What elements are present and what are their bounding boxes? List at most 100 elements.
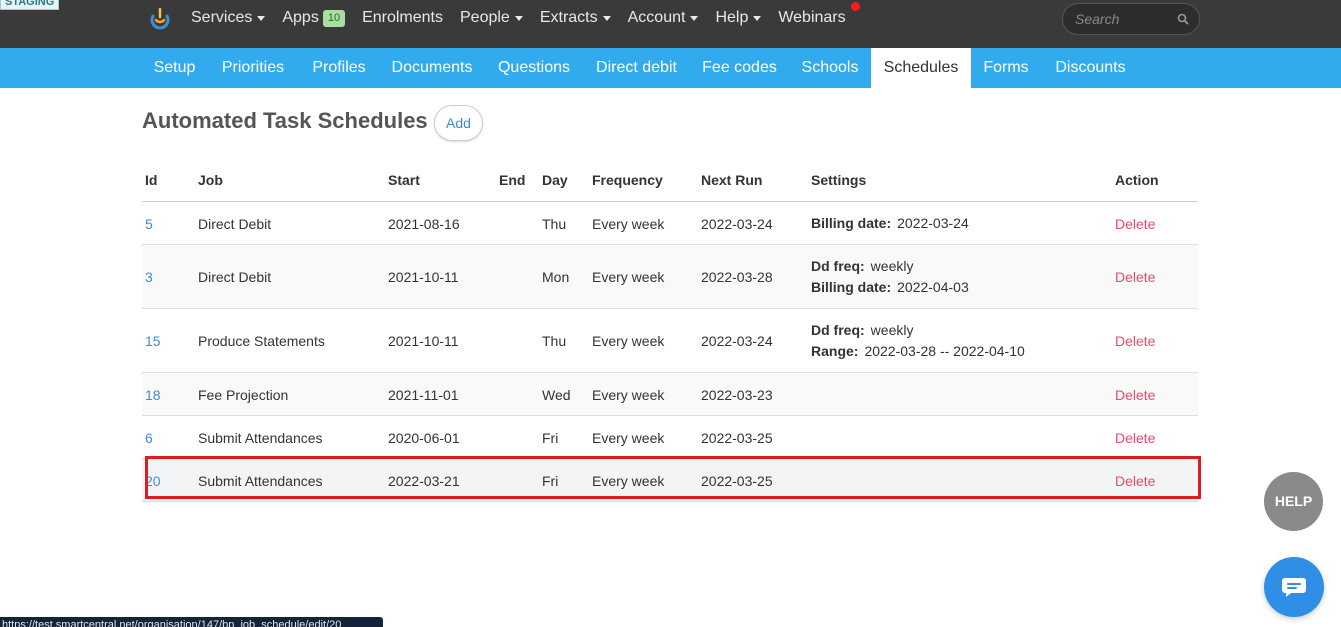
job-cell: Fee Projection bbox=[198, 386, 289, 403]
search-input[interactable] bbox=[1075, 11, 1177, 27]
frequency-cell: Every week bbox=[592, 386, 665, 403]
topnav-item-account[interactable]: Account bbox=[628, 9, 699, 27]
tab-documents[interactable]: Documents bbox=[379, 48, 485, 88]
topnav-item-extracts[interactable]: Extracts bbox=[540, 9, 611, 27]
setting-key: Dd freq: bbox=[811, 258, 865, 274]
topnav-item-label: Services bbox=[191, 9, 253, 26]
setting-value: 2022-03-28 -- 2022-04-10 bbox=[864, 343, 1025, 359]
schedule-id-link[interactable]: 6 bbox=[145, 430, 153, 446]
column-header-id: Id bbox=[145, 172, 158, 188]
settings-subnav: Setup Priorities Profiles Documents Question… bbox=[0, 48, 1341, 88]
table-row[interactable]: 6 Submit Attendances 2020-06-01 Fri Every we… bbox=[142, 416, 1198, 459]
setting-line: Billing date: 2022-04-03 bbox=[811, 277, 969, 298]
delete-link[interactable]: Delete bbox=[1115, 216, 1155, 232]
start-cell: 2021-10-11 bbox=[388, 333, 459, 349]
next-run-cell: 2022-03-28 bbox=[701, 269, 773, 285]
tab-schools[interactable]: Schools bbox=[789, 48, 871, 88]
next-run-cell: 2022-03-24 bbox=[701, 333, 773, 349]
caret-down-icon bbox=[514, 15, 523, 21]
chat-bubble-icon bbox=[1282, 578, 1306, 597]
column-header-end: End bbox=[499, 172, 526, 188]
delete-link[interactable]: Delete bbox=[1115, 430, 1155, 446]
setting-value: weekly bbox=[870, 322, 914, 338]
frequency-cell: Every week bbox=[592, 333, 665, 349]
caret-down-icon bbox=[602, 15, 611, 21]
topnav-item-apps[interactable]: Apps 10 bbox=[282, 9, 346, 27]
next-run-cell: 2022-03-24 bbox=[701, 215, 773, 232]
topnav-item-webinars[interactable]: Webinars bbox=[778, 9, 845, 27]
page-title: Automated Task Schedules bbox=[142, 108, 428, 133]
settings-cell: Dd freq: weekly Billing date: 2022-04-03 bbox=[811, 256, 969, 298]
setting-key: Billing date: bbox=[811, 215, 892, 231]
topnav-item-label: Webinars bbox=[778, 9, 846, 26]
settings-cell: Dd freq: weekly Range: 2022-03-28 -- 2022-0… bbox=[811, 320, 1025, 362]
top-navbar: STAGING Services Apps 10 Enrolments People Ex… bbox=[0, 0, 1341, 48]
schedule-id-link[interactable]: 15 bbox=[145, 333, 161, 349]
setting-key: Dd freq: bbox=[811, 322, 865, 338]
day-cell: Thu bbox=[542, 215, 567, 232]
column-header-settings: Settings bbox=[811, 172, 867, 188]
start-cell: 2021-08-16 bbox=[388, 215, 460, 232]
tab-priorities[interactable]: Priorities bbox=[207, 48, 299, 88]
frequency-cell: Every week bbox=[592, 269, 665, 285]
topnav-item-label: Extracts bbox=[539, 9, 598, 26]
job-cell: Produce Statements bbox=[198, 333, 325, 349]
table-header: Id Job Start End Day Frequency Next Run Setting… bbox=[142, 158, 1198, 202]
topnav-item-label: Apps bbox=[282, 9, 319, 26]
tab-profiles[interactable]: Profiles bbox=[299, 48, 379, 88]
setting-line: Billing date: 2022-03-24 bbox=[811, 213, 969, 234]
table-row[interactable]: 5 Direct Debit 2021-08-16 Thu Every week 2022… bbox=[142, 202, 1198, 245]
frequency-cell: Every week bbox=[592, 429, 665, 446]
column-header-next-run: Next Run bbox=[701, 172, 763, 188]
topnav-item-people[interactable]: People bbox=[460, 9, 523, 27]
schedule-id-link[interactable]: 3 bbox=[145, 269, 153, 285]
topnav-item-help[interactable]: Help bbox=[715, 9, 762, 27]
start-cell: 2020-06-01 bbox=[388, 429, 460, 446]
frequency-cell: Every week bbox=[592, 215, 665, 232]
setting-line: Range: 2022-03-28 -- 2022-04-10 bbox=[811, 341, 1025, 362]
schedule-id-link[interactable]: 5 bbox=[145, 216, 153, 232]
start-cell: 2021-11-01 bbox=[388, 386, 459, 403]
column-header-frequency: Frequency bbox=[592, 172, 663, 188]
tab-discounts[interactable]: Discounts bbox=[1041, 48, 1140, 88]
add-schedule-button[interactable]: Add bbox=[434, 105, 483, 141]
setting-value: 2022-03-24 bbox=[897, 215, 969, 231]
day-cell: Mon bbox=[542, 269, 570, 285]
job-cell: Direct Debit bbox=[198, 269, 272, 285]
topnav-item-services[interactable]: Services bbox=[191, 9, 266, 27]
highlight-box bbox=[145, 456, 1201, 499]
setting-line: Dd freq: weekly bbox=[811, 256, 969, 277]
settings-cell: Billing date: 2022-03-24 bbox=[811, 213, 969, 234]
caret-down-icon bbox=[690, 15, 699, 21]
delete-link[interactable]: Delete bbox=[1115, 333, 1155, 349]
topnav-item-enrolments[interactable]: Enrolments bbox=[362, 9, 443, 27]
delete-link[interactable]: Delete bbox=[1115, 269, 1155, 285]
search-icon[interactable] bbox=[1177, 13, 1189, 25]
table-row[interactable]: 18 Fee Projection 2021-11-01 Wed Every week 2… bbox=[142, 373, 1198, 416]
environment-badge: STAGING bbox=[0, 0, 60, 10]
tab-fee-codes[interactable]: Fee codes bbox=[690, 48, 789, 88]
tab-questions[interactable]: Questions bbox=[485, 48, 583, 88]
caret-down-icon bbox=[753, 15, 762, 21]
help-button[interactable]: HELP bbox=[1264, 472, 1323, 531]
delete-link[interactable]: Delete bbox=[1115, 387, 1155, 403]
job-cell: Direct Debit bbox=[198, 215, 272, 232]
apps-count-badge: 10 bbox=[322, 9, 346, 27]
topnav-item-label: Account bbox=[627, 9, 686, 26]
tab-schedules[interactable]: Schedules bbox=[871, 48, 971, 88]
tab-setup[interactable]: Setup bbox=[140, 48, 209, 88]
column-header-action: Action bbox=[1115, 172, 1159, 188]
search-box[interactable] bbox=[1062, 3, 1200, 35]
table-row[interactable]: 3 Direct Debit 2021-10-11 Mon Every week 2022… bbox=[142, 245, 1198, 309]
table-row[interactable]: 15 Produce Statements 2021-10-11 Thu Every w… bbox=[142, 309, 1198, 373]
column-header-job: Job bbox=[198, 172, 223, 188]
tab-direct-debit[interactable]: Direct debit bbox=[583, 48, 690, 88]
status-bar-url: https://test.smartcentral.net/organisati… bbox=[0, 617, 383, 627]
tab-forms[interactable]: Forms bbox=[971, 48, 1041, 88]
chat-button[interactable] bbox=[1264, 557, 1324, 617]
app-logo-icon[interactable] bbox=[148, 6, 172, 30]
job-cell: Submit Attendances bbox=[198, 429, 323, 446]
schedule-id-link[interactable]: 18 bbox=[145, 387, 161, 403]
day-cell: Wed bbox=[542, 386, 571, 403]
day-cell: Fri bbox=[542, 429, 559, 446]
